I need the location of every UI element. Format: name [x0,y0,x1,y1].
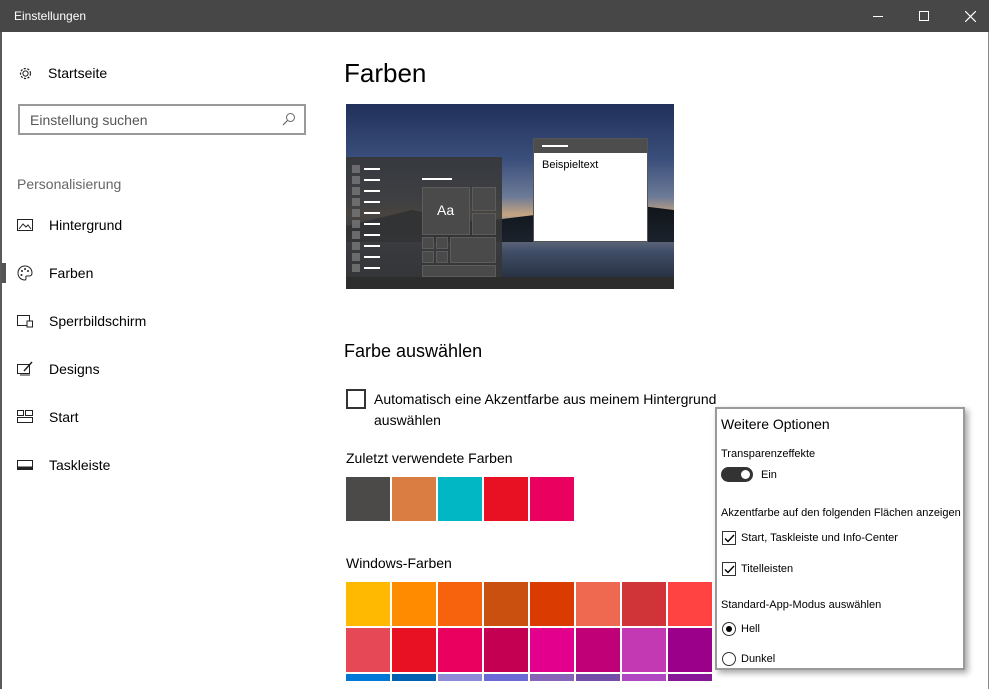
recent-color-swatch[interactable] [392,477,436,521]
minimize-button[interactable] [855,0,901,32]
windows-color-swatch[interactable] [576,628,620,672]
title-bar: Einstellungen [0,0,989,32]
sidebar-item-label: Sperrbildschirm [49,313,147,329]
recent-colors-label: Zuletzt verwendete Farben [346,450,513,466]
search-input[interactable]: Einstellung suchen [30,112,148,128]
windows-color-swatch[interactable] [346,628,390,672]
minimize-icon [873,15,883,17]
windows-color-swatch[interactable] [668,628,712,672]
radio-dot [726,626,732,632]
auto-accent-label[interactable]: Automatisch eine Akzentfarbe aus meinem … [374,389,754,431]
transparency-state: Ein [761,469,777,481]
preview-tile: Aa [422,187,470,235]
windows-colors-label: Windows-Farben [346,555,452,571]
sidebar-home[interactable]: Startseite [17,62,107,84]
maximize-button[interactable] [901,0,947,32]
search-box[interactable]: Einstellung suchen [18,104,306,135]
auto-accent-checkbox[interactable] [346,389,366,409]
sidebar-item-sperrbildschirm[interactable]: Sperrbildschirm [17,309,146,333]
windows-color-swatch[interactable] [668,582,712,626]
transparency-label: Transparenzeffekte [721,448,816,460]
start-taskbar-checkbox[interactable] [722,531,736,545]
sidebar-item-label: Hintergrund [49,217,123,233]
window-border-left [0,32,2,689]
section-label: Personalisierung [17,176,122,192]
toggle-knob [741,470,750,479]
windows-color-swatch[interactable] [438,582,482,626]
windows-color-swatch[interactable] [622,582,666,626]
titlebars-label[interactable]: Titelleisten [741,563,793,575]
windows-color-swatch[interactable] [530,582,574,626]
taskbar-icon [17,457,33,473]
recent-color-swatch[interactable] [438,477,482,521]
recent-color-swatch[interactable] [484,477,528,521]
windows-color-swatch[interactable] [622,628,666,672]
selection-indicator [2,263,6,283]
dark-mode-radio[interactable] [722,652,736,666]
windows-color-swatch[interactable] [530,674,574,681]
windows-color-swatch[interactable] [392,582,436,626]
lock-screen-icon [17,313,33,329]
transparency-toggle[interactable] [721,467,753,482]
checkmark-icon [724,534,735,543]
sidebar-item-start[interactable]: Start [17,405,79,429]
panel-title: Weitere Optionen [721,416,830,432]
sidebar-item-label: Start [49,409,79,425]
start-taskbar-label[interactable]: Start, Taskleiste und Info-Center [741,532,898,544]
windows-color-swatch[interactable] [530,628,574,672]
sidebar-item-designs[interactable]: Designs [17,357,100,381]
close-button[interactable] [947,0,989,32]
color-preview: Aa Beispieltext [346,104,674,289]
window-title: Einstellungen [14,9,87,23]
windows-color-swatch[interactable] [484,628,528,672]
sidebar-item-label: Farben [49,265,94,281]
light-mode-radio[interactable] [722,622,736,636]
start-tiles-icon [17,409,33,425]
titlebars-checkbox[interactable] [722,562,736,576]
checkmark-icon [724,565,735,574]
gear-icon [19,67,32,79]
preview-start-menu: Aa [346,157,502,277]
windows-color-swatch[interactable] [668,674,712,681]
dark-mode-label[interactable]: Dunkel [741,653,775,665]
windows-color-swatch[interactable] [484,674,528,681]
accent-surfaces-label: Akzentfarbe auf den folgenden Flächen an… [721,507,961,519]
recent-color-swatch[interactable] [530,477,574,521]
more-options-panel: Weitere Optionen Transparenzeffekte Ein … [715,407,965,670]
sidebar-item-label: Taskleiste [49,457,111,473]
brush-icon [17,361,33,377]
light-mode-label[interactable]: Hell [741,623,760,635]
windows-color-swatch[interactable] [438,674,482,681]
choose-color-heading: Farbe auswählen [344,341,483,361]
windows-color-swatch[interactable] [392,674,436,681]
close-icon [964,10,976,22]
sidebar-item-farben[interactable]: Farben [17,261,93,285]
app-mode-label: Standard-App-Modus auswählen [721,599,882,611]
windows-color-swatch[interactable] [576,674,620,681]
maximize-icon [919,11,929,21]
windows-color-swatch[interactable] [392,628,436,672]
windows-color-swatch[interactable] [622,674,666,681]
page-title: Farben [344,58,427,88]
search-icon[interactable] [282,112,296,126]
picture-icon [17,217,33,233]
windows-color-swatch[interactable] [576,582,620,626]
recent-color-swatch[interactable] [346,477,390,521]
preview-taskbar [346,277,674,289]
windows-color-swatch[interactable] [346,582,390,626]
preview-tile-text: Aa [437,202,455,218]
sidebar-item-taskleiste[interactable]: Taskleiste [17,453,110,477]
windows-color-swatch[interactable] [438,628,482,672]
home-label: Startseite [48,65,108,81]
windows-color-swatch[interactable] [484,582,528,626]
preview-sample-window: Beispieltext [533,138,648,242]
sidebar-item-label: Designs [49,361,100,377]
sidebar-item-hintergrund[interactable]: Hintergrund [17,213,122,237]
palette-icon [17,265,33,281]
windows-color-swatch[interactable] [346,674,390,681]
preview-sample-text: Beispieltext [542,159,599,171]
